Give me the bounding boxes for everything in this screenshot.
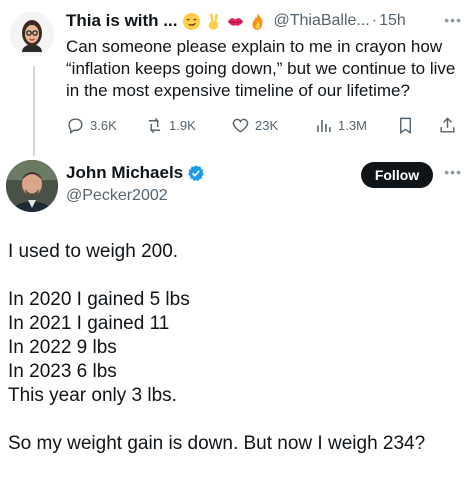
repost-button[interactable]: 1.9K [145, 116, 196, 135]
tweet-line: In 2020 I gained 5 lbs [8, 289, 190, 310]
kiss-mark-icon [228, 17, 244, 26]
fire-icon [253, 12, 263, 30]
bookmark-button[interactable] [396, 116, 420, 135]
tweet-actions: 3.6K 1.9K 23K 1.3M [66, 116, 460, 136]
follow-button[interactable]: Follow [361, 162, 433, 188]
views-button[interactable]: 1.3M [314, 116, 367, 135]
tweet-line: In 2022 9 lbs [8, 337, 117, 358]
verified-badge-icon [188, 165, 205, 181]
share-icon [440, 117, 455, 133]
tweet-line: This year only 3 lbs. [8, 385, 177, 406]
emoji-group [182, 12, 267, 31]
like-button[interactable]: 23K [231, 116, 278, 135]
tweet-line: So my weight gain is down. But now I wei… [8, 433, 426, 454]
more-options-icon[interactable]: ••• [444, 12, 462, 28]
views-chart-icon [317, 119, 331, 132]
reply-button[interactable]: 3.6K [66, 116, 117, 135]
view-count: 1.3M [338, 118, 367, 133]
quoted-timestamp[interactable]: 15h [379, 12, 406, 30]
quoted-tweet-text: Can someone please explain to me in cray… [66, 37, 456, 100]
author-display-name[interactable]: John Michaels [66, 163, 183, 183]
like-count: 23K [255, 118, 279, 133]
author-name-row: John Michaels [66, 163, 205, 183]
smirk-face-icon [183, 12, 201, 30]
quoted-avatar[interactable] [10, 12, 54, 56]
bookmark-icon [400, 117, 411, 134]
quoted-tweet[interactable]: Thia is with ... @ThiaBalle... · 15h •••… [0, 0, 472, 150]
tweet-line: In 2023 6 lbs [8, 361, 117, 382]
tweet-body: I used to weigh 200. In 2020 I gained 5 … [8, 240, 468, 456]
repost-count: 1.9K [169, 118, 196, 133]
tweet-line: I used to weigh 200. [8, 241, 179, 262]
quoted-display-name[interactable]: Thia is with ... [66, 11, 177, 31]
separator-dot: · [371, 12, 378, 29]
share-button[interactable] [438, 116, 462, 135]
more-options-icon[interactable]: ••• [444, 164, 462, 180]
tweet-line: In 2021 I gained 11 [8, 313, 170, 334]
reply-icon [68, 118, 83, 135]
main-avatar[interactable] [6, 160, 58, 212]
victory-hand-icon [209, 13, 219, 30]
repost-icon [148, 117, 161, 134]
author-handle[interactable]: @Pecker2002 [66, 187, 168, 205]
reply-count: 3.6K [90, 118, 117, 133]
quoted-header: Thia is with ... @ThiaBalle... · 15h [66, 10, 406, 32]
quoted-handle[interactable]: @ThiaBalle... [273, 12, 369, 30]
heart-icon [232, 118, 249, 133]
